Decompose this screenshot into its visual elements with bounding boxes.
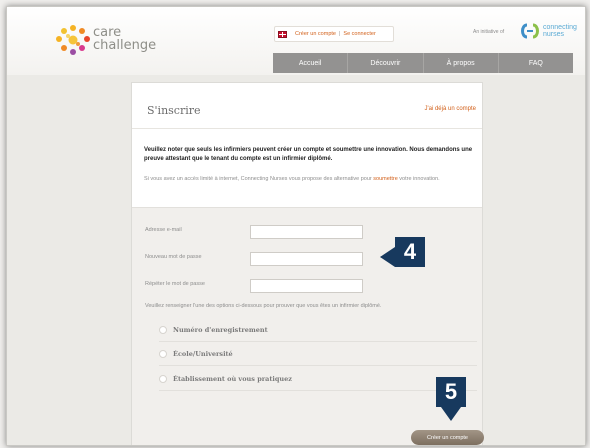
nav-item-a-propos[interactable]: À propos xyxy=(424,53,499,73)
create-account-button[interactable]: Créer un compte xyxy=(411,430,484,445)
title-divider xyxy=(132,128,482,129)
option-school-radio[interactable] xyxy=(159,350,167,358)
option-divider xyxy=(159,341,477,342)
nav-item-decouvrir[interactable]: Découvrir xyxy=(348,53,424,73)
partner-name-line1: connecting xyxy=(543,24,577,31)
limited-internet-notice: Si vous avez un accès limité à internet,… xyxy=(144,175,480,183)
callout-badge-5: 5 xyxy=(436,377,466,407)
login-link[interactable]: Se connecter xyxy=(343,31,375,37)
option-workplace-label[interactable]: Établissement où vous pratiquez xyxy=(173,375,292,383)
have-account-link[interactable]: J'ai déjà un compte xyxy=(424,106,476,112)
option-divider xyxy=(159,365,477,366)
auth-separator: | xyxy=(338,31,341,37)
option-divider xyxy=(159,390,477,391)
email-field[interactable] xyxy=(250,225,363,239)
option-school-label[interactable]: École/Université xyxy=(173,350,233,358)
initiative-text: An initiative of xyxy=(473,29,505,35)
connecting-nurses-logo-icon[interactable] xyxy=(519,21,541,41)
option-registration-label[interactable]: Numéro d'enregistrement xyxy=(173,326,268,334)
page-title: S'inscrire xyxy=(147,104,201,117)
option-workplace-radio[interactable] xyxy=(159,375,167,383)
repeat-password-label: Répéter le mot de passe xyxy=(145,281,205,287)
callout-badge-4: 4 xyxy=(395,237,425,267)
site-header: care challenge Créer un compte | Se conn… xyxy=(7,7,585,75)
option-registration-radio[interactable] xyxy=(159,326,167,334)
create-account-link[interactable]: Créer un compte xyxy=(295,31,336,37)
signup-card: S'inscrire J'ai déjà un compte Veuillez … xyxy=(131,82,484,445)
proof-instruction: Veuillez renseigner l'une des options ci… xyxy=(145,303,382,309)
repeat-password-field[interactable] xyxy=(250,279,363,293)
nav-item-accueil[interactable]: Accueil xyxy=(273,53,349,73)
uk-flag-icon[interactable] xyxy=(278,30,287,38)
callout-arrow-down-icon xyxy=(441,407,461,421)
password-field[interactable] xyxy=(250,252,363,266)
auth-links: Créer un compte | Se connecter xyxy=(274,26,394,42)
nurse-notice: Veuillez noter que seuls les infirmiers … xyxy=(144,147,473,162)
main-nav: Accueil Découvrir À propos FAQ xyxy=(273,53,573,73)
partner-name-line2: nurses xyxy=(543,31,565,38)
email-label: Adresse e-mail xyxy=(145,227,182,233)
brand-name-line2: challenge xyxy=(93,38,157,53)
submit-alternative-link[interactable]: soumettre xyxy=(373,176,397,182)
signup-form: Adresse e-mail Nouveau mot de passe Répé… xyxy=(132,207,484,445)
nav-item-faq[interactable]: FAQ xyxy=(499,53,573,73)
callout-arrow-left-icon xyxy=(380,247,395,267)
limited-internet-text-end: votre innovation. xyxy=(397,176,440,182)
password-label: Nouveau mot de passe xyxy=(145,254,202,260)
limited-internet-text: Si vous avez un accès limité à internet,… xyxy=(144,176,374,182)
brand-logo-icon[interactable] xyxy=(53,23,93,57)
browser-frame: care challenge Créer un compte | Se conn… xyxy=(6,6,586,446)
